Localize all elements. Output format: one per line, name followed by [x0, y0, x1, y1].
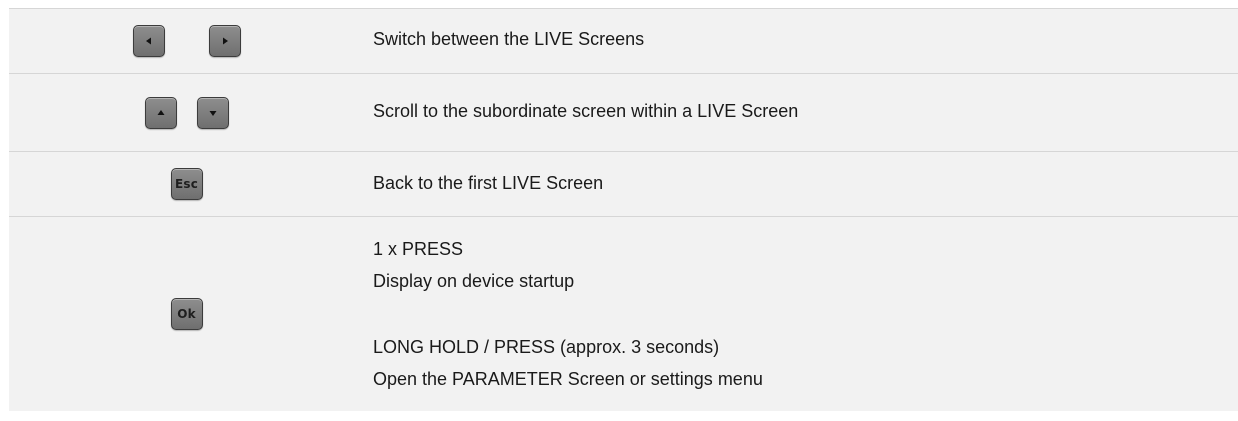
up-key-button[interactable]	[144, 96, 177, 129]
row-description-line: LONG HOLD / PRESS (approx. 3 seconds)	[373, 337, 720, 357]
right-arrow-icon	[222, 37, 228, 45]
up-arrow-icon	[157, 109, 164, 115]
key-function-table: Switch between the LIVE Screens Scroll t…	[9, 8, 1238, 411]
row-description: Switch between the LIVE Screens	[373, 29, 645, 49]
esc-key-button[interactable]: Esc	[170, 168, 203, 200]
row-description-line: Open the PARAMETER Screen or settings me…	[373, 369, 763, 389]
down-key-button[interactable]	[196, 96, 229, 129]
key-cell: Esc	[9, 152, 364, 216]
down-arrow-icon	[209, 110, 216, 116]
key-cell	[9, 74, 364, 151]
table-row-esc: Esc Back to the first LIVE Screen	[9, 151, 1238, 216]
table-row-ok: Ok 1 x PRESS Display on device startup L…	[9, 216, 1238, 411]
row-description: Scroll to the subordinate screen within …	[373, 101, 799, 121]
left-arrow-icon	[145, 37, 151, 45]
row-description: Back to the first LIVE Screen	[373, 173, 604, 193]
left-key-button[interactable]	[132, 25, 165, 57]
right-key-button[interactable]	[208, 25, 241, 57]
key-cell	[9, 9, 364, 73]
table-row-left-right: Switch between the LIVE Screens	[9, 8, 1238, 73]
ok-key-label: Ok	[177, 307, 196, 321]
key-cell: Ok	[9, 217, 364, 411]
table-row-up-down: Scroll to the subordinate screen within …	[9, 73, 1238, 151]
row-description-line: Display on device startup	[373, 271, 575, 291]
row-description-line: 1 x PRESS	[373, 239, 464, 259]
esc-key-label: Esc	[174, 177, 199, 191]
ok-key-button[interactable]: Ok	[170, 298, 203, 330]
